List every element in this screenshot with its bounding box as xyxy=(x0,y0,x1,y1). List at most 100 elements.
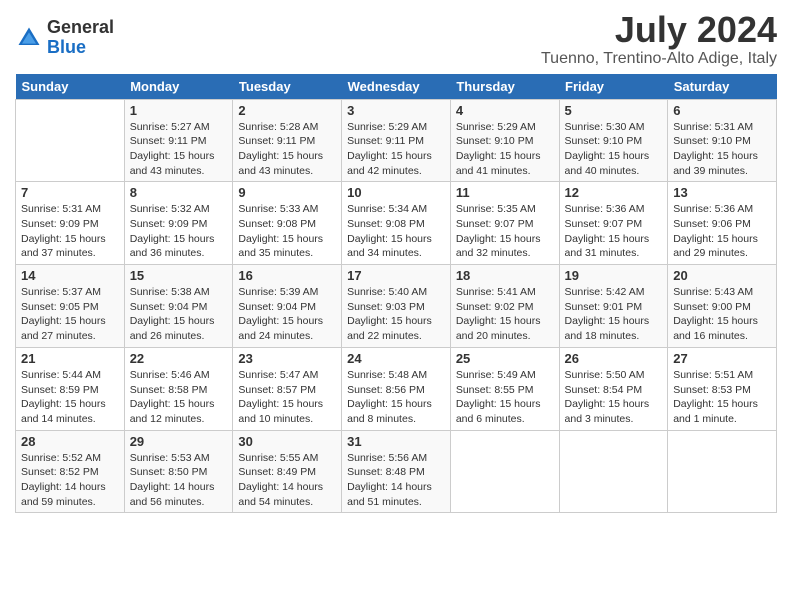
calendar-cell: 18Sunrise: 5:41 AM Sunset: 9:02 PM Dayli… xyxy=(450,265,559,348)
calendar-cell: 16 Sunrise: 5:39 AM Sunset: 9:04 PM Dayli… xyxy=(233,265,342,348)
day-info: Sunrise: 5:31 AM Sunset: 9:10 PM Dayligh… xyxy=(673,120,771,179)
day-number: 28 xyxy=(21,434,119,449)
day-info: Sunrise: 5:36 AM Sunset: 9:06 PM Dayligh… xyxy=(673,202,771,261)
calendar-cell: 28 Sunrise: 5:52 AM Sunset: 8:52 PM Dayli… xyxy=(16,430,125,513)
header-cell-wednesday: Wednesday xyxy=(342,74,451,100)
day-info: Sunrise: 5:39 AM Sunset: 9:04 PM Dayligh… xyxy=(238,285,336,344)
calendar-cell: 4Sunrise: 5:29 AM Sunset: 9:10 PM Daylig… xyxy=(450,99,559,182)
calendar-cell: 20Sunrise: 5:43 AM Sunset: 9:00 PM Dayli… xyxy=(668,265,777,348)
day-number: 26 xyxy=(565,351,663,366)
day-number: 30 xyxy=(238,434,336,449)
calendar-cell: 26Sunrise: 5:50 AM Sunset: 8:54 PM Dayli… xyxy=(559,347,668,430)
day-number: 6 xyxy=(673,103,771,118)
logo: General Blue xyxy=(15,18,114,58)
day-info: Sunrise: 5:48 AM Sunset: 8:56 PM Dayligh… xyxy=(347,368,445,427)
day-info: Sunrise: 5:42 AM Sunset: 9:01 PM Dayligh… xyxy=(565,285,663,344)
calendar-cell: 15Sunrise: 5:38 AM Sunset: 9:04 PM Dayli… xyxy=(124,265,233,348)
calendar-cell: 22Sunrise: 5:46 AM Sunset: 8:58 PM Dayli… xyxy=(124,347,233,430)
day-number: 31 xyxy=(347,434,445,449)
logo-blue: Blue xyxy=(47,38,114,58)
calendar-cell: 11Sunrise: 5:35 AM Sunset: 9:07 PM Dayli… xyxy=(450,182,559,265)
day-number: 9 xyxy=(238,185,336,200)
day-info: Sunrise: 5:52 AM Sunset: 8:52 PM Dayligh… xyxy=(21,451,119,510)
day-info: Sunrise: 5:40 AM Sunset: 9:03 PM Dayligh… xyxy=(347,285,445,344)
day-info: Sunrise: 5:53 AM Sunset: 8:50 PM Dayligh… xyxy=(130,451,228,510)
calendar-cell xyxy=(450,430,559,513)
day-info: Sunrise: 5:43 AM Sunset: 9:00 PM Dayligh… xyxy=(673,285,771,344)
day-info: Sunrise: 5:56 AM Sunset: 8:48 PM Dayligh… xyxy=(347,451,445,510)
day-number: 24 xyxy=(347,351,445,366)
calendar-cell: 19 Sunrise: 5:42 AM Sunset: 9:01 PM Dayli… xyxy=(559,265,668,348)
calendar-cell: 2 Sunrise: 5:28 AM Sunset: 9:11 PM Daylig… xyxy=(233,99,342,182)
day-info: Sunrise: 5:55 AM Sunset: 8:49 PM Dayligh… xyxy=(238,451,336,510)
day-number: 29 xyxy=(130,434,228,449)
logo-icon xyxy=(15,24,43,52)
day-info: Sunrise: 5:41 AM Sunset: 9:02 PM Dayligh… xyxy=(456,285,554,344)
day-number: 15 xyxy=(130,268,228,283)
day-number: 27 xyxy=(673,351,771,366)
header-cell-saturday: Saturday xyxy=(668,74,777,100)
calendar-cell: 6 Sunrise: 5:31 AM Sunset: 9:10 PM Daylig… xyxy=(668,99,777,182)
day-number: 21 xyxy=(21,351,119,366)
calendar-cell: 10Sunrise: 5:34 AM Sunset: 9:08 PM Dayli… xyxy=(342,182,451,265)
day-number: 10 xyxy=(347,185,445,200)
day-number: 13 xyxy=(673,185,771,200)
calendar-body: 1 Sunrise: 5:27 AM Sunset: 9:11 PM Daylig… xyxy=(16,99,777,513)
day-info: Sunrise: 5:37 AM Sunset: 9:05 PM Dayligh… xyxy=(21,285,119,344)
calendar-cell: 7 Sunrise: 5:31 AM Sunset: 9:09 PM Daylig… xyxy=(16,182,125,265)
day-info: Sunrise: 5:27 AM Sunset: 9:11 PM Dayligh… xyxy=(130,120,228,179)
calendar-week-row: 28 Sunrise: 5:52 AM Sunset: 8:52 PM Dayli… xyxy=(16,430,777,513)
logo-general: General xyxy=(47,18,114,38)
day-info: Sunrise: 5:46 AM Sunset: 8:58 PM Dayligh… xyxy=(130,368,228,427)
day-number: 12 xyxy=(565,185,663,200)
day-number: 2 xyxy=(238,103,336,118)
day-info: Sunrise: 5:44 AM Sunset: 8:59 PM Dayligh… xyxy=(21,368,119,427)
calendar-cell: 13 Sunrise: 5:36 AM Sunset: 9:06 PM Dayli… xyxy=(668,182,777,265)
calendar-week-row: 1 Sunrise: 5:27 AM Sunset: 9:11 PM Daylig… xyxy=(16,99,777,182)
calendar-cell: 24 Sunrise: 5:48 AM Sunset: 8:56 PM Dayli… xyxy=(342,347,451,430)
day-number: 25 xyxy=(456,351,554,366)
header-cell-monday: Monday xyxy=(124,74,233,100)
day-number: 23 xyxy=(238,351,336,366)
calendar-table: SundayMondayTuesdayWednesdayThursdayFrid… xyxy=(15,74,777,514)
day-number: 5 xyxy=(565,103,663,118)
day-info: Sunrise: 5:30 AM Sunset: 9:10 PM Dayligh… xyxy=(565,120,663,179)
calendar-cell: 1 Sunrise: 5:27 AM Sunset: 9:11 PM Daylig… xyxy=(124,99,233,182)
calendar-cell: 5 Sunrise: 5:30 AM Sunset: 9:10 PM Daylig… xyxy=(559,99,668,182)
day-info: Sunrise: 5:33 AM Sunset: 9:08 PM Dayligh… xyxy=(238,202,336,261)
day-number: 19 xyxy=(565,268,663,283)
day-info: Sunrise: 5:49 AM Sunset: 8:55 PM Dayligh… xyxy=(456,368,554,427)
day-number: 1 xyxy=(130,103,228,118)
calendar-cell: 12 Sunrise: 5:36 AM Sunset: 9:07 PM Dayli… xyxy=(559,182,668,265)
calendar-cell: 25 Sunrise: 5:49 AM Sunset: 8:55 PM Dayli… xyxy=(450,347,559,430)
calendar-cell: 31 Sunrise: 5:56 AM Sunset: 8:48 PM Dayli… xyxy=(342,430,451,513)
calendar-cell: 21 Sunrise: 5:44 AM Sunset: 8:59 PM Dayli… xyxy=(16,347,125,430)
day-info: Sunrise: 5:29 AM Sunset: 9:10 PM Dayligh… xyxy=(456,120,554,179)
day-number: 17 xyxy=(347,268,445,283)
day-info: Sunrise: 5:47 AM Sunset: 8:57 PM Dayligh… xyxy=(238,368,336,427)
calendar-cell: 17 Sunrise: 5:40 AM Sunset: 9:03 PM Dayli… xyxy=(342,265,451,348)
day-info: Sunrise: 5:51 AM Sunset: 8:53 PM Dayligh… xyxy=(673,368,771,427)
day-number: 8 xyxy=(130,185,228,200)
day-info: Sunrise: 5:35 AM Sunset: 9:07 PM Dayligh… xyxy=(456,202,554,261)
calendar-cell xyxy=(559,430,668,513)
logo-text: General Blue xyxy=(47,18,114,58)
header: General Blue July 2024 Tuenno, Trentino-… xyxy=(15,10,777,68)
title-area: July 2024 Tuenno, Trentino-Alto Adige, I… xyxy=(541,10,777,68)
day-number: 7 xyxy=(21,185,119,200)
calendar-week-row: 7 Sunrise: 5:31 AM Sunset: 9:09 PM Daylig… xyxy=(16,182,777,265)
day-number: 3 xyxy=(347,103,445,118)
calendar-week-row: 14 Sunrise: 5:37 AM Sunset: 9:05 PM Dayli… xyxy=(16,265,777,348)
calendar-cell: 9 Sunrise: 5:33 AM Sunset: 9:08 PM Daylig… xyxy=(233,182,342,265)
header-cell-tuesday: Tuesday xyxy=(233,74,342,100)
calendar-cell: 14 Sunrise: 5:37 AM Sunset: 9:05 PM Dayli… xyxy=(16,265,125,348)
calendar-cell: 30 Sunrise: 5:55 AM Sunset: 8:49 PM Dayli… xyxy=(233,430,342,513)
day-info: Sunrise: 5:31 AM Sunset: 9:09 PM Dayligh… xyxy=(21,202,119,261)
day-number: 16 xyxy=(238,268,336,283)
calendar-header-row: SundayMondayTuesdayWednesdayThursdayFrid… xyxy=(16,74,777,100)
day-number: 14 xyxy=(21,268,119,283)
calendar-cell: 23 Sunrise: 5:47 AM Sunset: 8:57 PM Dayli… xyxy=(233,347,342,430)
header-cell-sunday: Sunday xyxy=(16,74,125,100)
day-info: Sunrise: 5:28 AM Sunset: 9:11 PM Dayligh… xyxy=(238,120,336,179)
day-info: Sunrise: 5:36 AM Sunset: 9:07 PM Dayligh… xyxy=(565,202,663,261)
